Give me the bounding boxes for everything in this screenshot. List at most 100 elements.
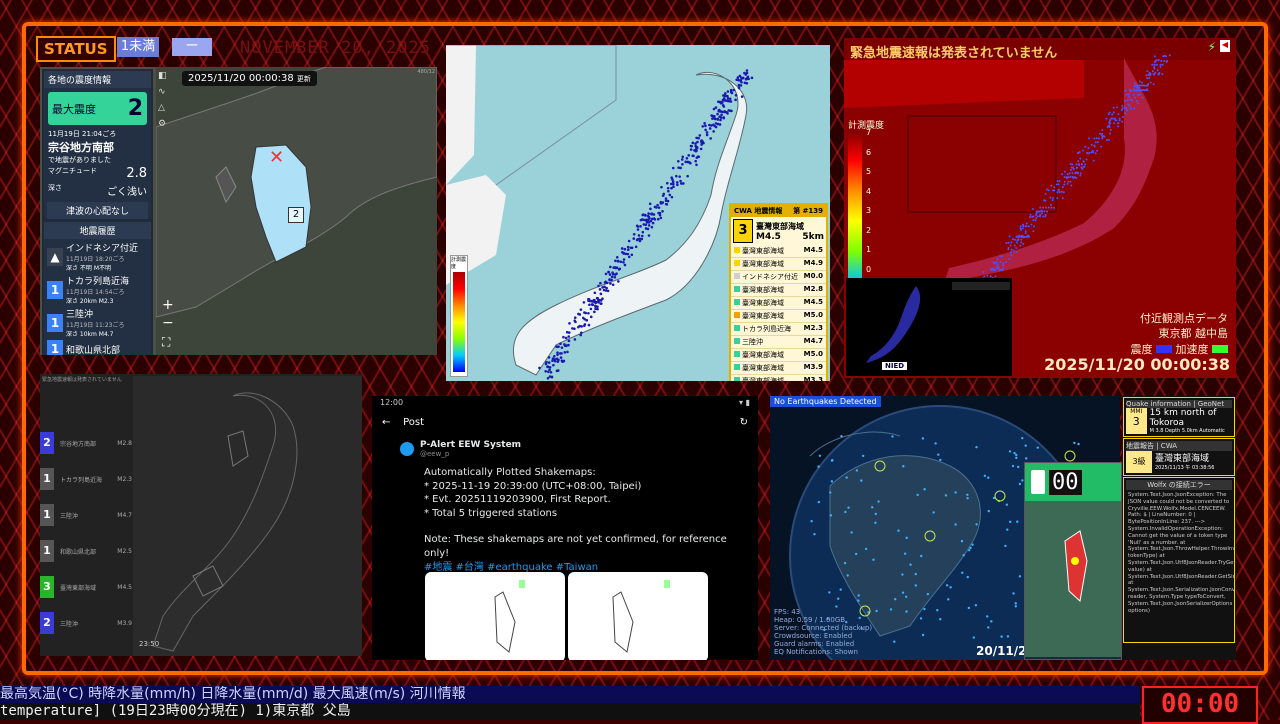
layers-icon[interactable]: ◧ — [158, 71, 172, 81]
cwa-history-item[interactable]: 臺灣東部海域 M4.9 — [731, 258, 826, 271]
station-dot — [611, 283, 615, 287]
cwa-history-item[interactable]: 臺灣東部海域 M2.8 — [731, 284, 826, 297]
station-dot — [1015, 247, 1018, 250]
station-dot — [1156, 69, 1159, 72]
station-dot — [1111, 113, 1114, 116]
station-dot — [705, 131, 709, 134]
station-dot — [1071, 163, 1074, 166]
hokkaido-map[interactable]: 2025/11/20 00:00:38 更新 ✕ 2 + − ⛶ 480/12 — [155, 67, 437, 355]
station-dot — [743, 71, 746, 75]
station-dot — [1050, 206, 1053, 209]
fullscreen-icon[interactable]: ⛶ — [162, 335, 170, 350]
station-dot — [1121, 116, 1124, 119]
station-dot — [1069, 176, 1072, 179]
station-dot — [901, 573, 904, 576]
station-dot — [681, 162, 684, 166]
cwa-history-item[interactable]: トカラ列島近海 M2.3 — [731, 323, 826, 336]
post-account[interactable]: P-Alert EEW System @eew_p — [400, 440, 521, 458]
station-dot — [1061, 173, 1064, 176]
cwa-history-item[interactable]: 臺灣東部海域 M4.5 — [731, 245, 826, 258]
station-dot — [635, 224, 639, 228]
station-dot — [857, 594, 860, 597]
station-dot — [975, 523, 978, 526]
wave-icon[interactable]: ∿ — [158, 87, 172, 97]
station-dot — [1088, 151, 1091, 154]
station-dot — [936, 608, 939, 612]
station-dot — [939, 458, 942, 462]
history-item[interactable]: ▲ インドネシア付近 11月19日 18:20ごろ 深さ 不明 M不明 — [47, 241, 148, 272]
zoom-in-button[interactable]: + — [162, 297, 174, 313]
station-dot — [593, 310, 596, 314]
station-dot — [596, 307, 599, 311]
warning-icon[interactable]: △ — [158, 103, 172, 113]
station-dot — [729, 88, 733, 92]
station-dot — [1107, 113, 1110, 116]
station-dot — [656, 203, 659, 207]
station-dot — [949, 586, 952, 589]
history-item[interactable]: 1 三陸沖 11月19日 11:23ごろ 深さ 10km M4.7 — [47, 307, 148, 338]
speaker-icon[interactable]: ◀ — [1220, 40, 1230, 52]
cwa-report-card: CWA 地震情報第 #139 3 臺灣東部海域 M4.5 5km 臺灣東部海域 M4… — [729, 203, 828, 381]
history-list-item[interactable]: 2 宗谷地方南部 M2.8 — [40, 429, 132, 457]
station-dot — [1109, 128, 1112, 131]
history-list-item[interactable]: 1 トカラ列島近海 M2.3 — [40, 465, 132, 493]
history-list-item[interactable]: 2 三陸沖 M3.9 — [40, 609, 132, 637]
avatar[interactable] — [400, 442, 414, 456]
station-dot — [1008, 450, 1012, 453]
station-dot — [1017, 465, 1020, 469]
station-dot — [567, 331, 571, 334]
shakemap-image-1[interactable] — [425, 572, 565, 660]
station-dot — [1036, 446, 1039, 449]
station-dot — [1025, 222, 1028, 225]
station-dot — [1050, 184, 1053, 187]
cwa-history-item[interactable]: 臺灣東部海域 M3.3 — [731, 375, 826, 381]
station-dot — [1019, 244, 1022, 247]
station-dot — [829, 514, 833, 517]
zoom-out-button[interactable]: − — [162, 315, 174, 331]
station-dot — [1075, 171, 1078, 174]
station-dot — [1034, 213, 1037, 216]
station-dot — [686, 174, 689, 178]
history-list-item[interactable]: 3 臺灣東部海域 M4.5 — [40, 573, 132, 601]
station-dot — [844, 510, 847, 514]
history-item[interactable]: 1 和歌山県北部 — [47, 340, 148, 355]
cwa-history-item[interactable]: 三陸沖 M4.7 — [731, 336, 826, 349]
station-dot — [607, 270, 610, 274]
station-dot — [589, 307, 593, 311]
back-arrow-icon[interactable]: ← — [382, 417, 390, 428]
cwa-history-item[interactable]: 臺灣東部海域 M3.9 — [731, 362, 826, 375]
station-dot — [1044, 206, 1047, 209]
history-item[interactable]: 1 トカラ列島近海 11月19日 14:54ごろ 深さ 20km M2.3 — [47, 274, 148, 305]
history-card: 地震履歴 ▲ インドネシア付近 11月19日 18:20ごろ 深さ 不明 M不明 1 トカ… — [44, 222, 151, 355]
info-sidebar: Quake information | GeoNet MMI 3 15 km no… — [1122, 396, 1236, 660]
station-dot — [672, 185, 675, 189]
station-dot — [843, 561, 847, 565]
station-dot — [1148, 77, 1151, 80]
cwa-latest: 3 臺灣東部海域 M4.5 5km — [731, 217, 826, 245]
history-list-item[interactable]: 1 三陸沖 M4.7 — [40, 501, 132, 529]
station-dot — [1092, 159, 1095, 162]
station-dot — [1016, 520, 1019, 523]
refresh-icon[interactable]: ↻ — [740, 417, 748, 428]
shakemap-image-2[interactable] — [568, 572, 708, 660]
date-banner: NOVEMBER 20, 2025 — [240, 38, 431, 58]
station-dot — [704, 128, 707, 132]
history-list-item[interactable]: 1 和歌山県北部 M2.5 — [40, 537, 132, 565]
station-dot — [1056, 191, 1059, 194]
gear-icon[interactable]: ⚙ — [158, 119, 172, 129]
station-dot — [546, 376, 550, 380]
station-dot — [982, 270, 985, 273]
cwa-history-item[interactable]: 臺灣東部海域 M5.0 — [731, 349, 826, 362]
station-dot — [641, 234, 644, 238]
cwa-history-item[interactable]: 臺灣東部海域 M5.0 — [731, 310, 826, 323]
station-dot — [1120, 109, 1123, 112]
station-dot — [581, 316, 585, 320]
station-dot — [1063, 180, 1066, 183]
station-dot — [1062, 191, 1065, 194]
station-dot — [1138, 86, 1141, 89]
cwa-history-item[interactable]: 臺灣東部海域 M4.5 — [731, 297, 826, 310]
station-dot — [1138, 93, 1141, 96]
japan-dark-map[interactable]: 23:50 — [133, 376, 362, 656]
station-dot — [897, 529, 900, 532]
cwa-history-item[interactable]: インドネシア付近 M0.0 — [731, 271, 826, 284]
